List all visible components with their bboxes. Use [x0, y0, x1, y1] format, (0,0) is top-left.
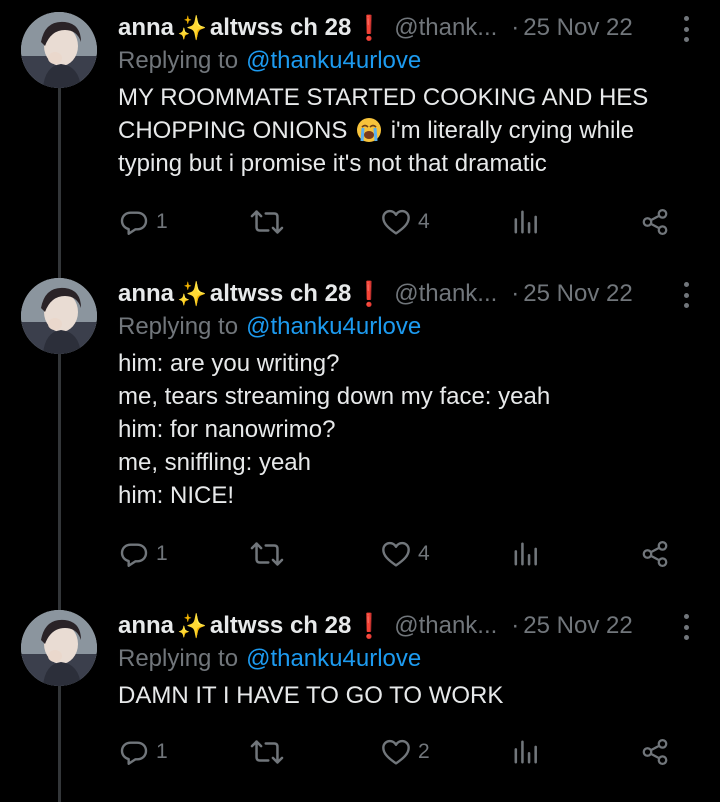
avatar[interactable]: [21, 610, 97, 686]
share-button[interactable]: [640, 204, 670, 240]
display-name[interactable]: anna: [118, 280, 174, 308]
tweet[interactable]: anna ✨ altwss ch 28 ❗ @thank... · 25 Nov…: [0, 610, 720, 790]
display-name[interactable]: anna: [118, 14, 174, 42]
display-name-suffix[interactable]: altwss ch 28: [210, 14, 351, 42]
tweet[interactable]: anna ✨ altwss ch 28 ❗ @thank... · 25 Nov…: [0, 278, 720, 592]
user-handle[interactable]: @thank...: [394, 280, 497, 308]
reply-button[interactable]: 1: [118, 536, 168, 572]
tweet-date[interactable]: 25 Nov 22: [523, 612, 632, 640]
mention-link[interactable]: @thanku4urlove: [246, 645, 421, 673]
tweet-text: MY ROOMMATE STARTED COOKING AND HES CHOP…: [118, 81, 678, 180]
heart-icon: [382, 541, 410, 567]
replying-label: Replying to: [118, 313, 239, 340]
replying-to: Replying to @thanku4urlove: [118, 310, 720, 344]
retweet-button[interactable]: [250, 734, 290, 770]
replying-to: Replying to @thanku4urlove: [118, 44, 720, 78]
more-options-icon[interactable]: [682, 614, 690, 640]
like-count: 4: [418, 210, 430, 233]
retweet-icon: [250, 542, 284, 566]
views-icon: [514, 542, 537, 566]
reply-icon: [120, 741, 148, 765]
display-name-suffix[interactable]: altwss ch 28: [210, 612, 351, 640]
views-icon: [514, 210, 537, 234]
heart-icon: [382, 209, 410, 235]
tweet-actions: 1 4: [118, 204, 678, 240]
replying-label: Replying to: [118, 47, 239, 74]
like-button[interactable]: 4: [380, 204, 430, 240]
tweet-thread: anna ✨ altwss ch 28 ❗ @thank... · 25 Nov…: [0, 0, 720, 802]
display-name[interactable]: anna: [118, 612, 174, 640]
tweet-text: him: are you writing? me, tears streamin…: [118, 350, 551, 509]
loudly-crying-face-icon: [356, 117, 382, 143]
exclamation-icon: ❗: [354, 612, 385, 640]
reply-count: 1: [156, 542, 168, 565]
views-icon: [514, 740, 537, 764]
tweet-actions: 1 4: [118, 536, 678, 572]
user-handle[interactable]: @thank...: [394, 612, 497, 640]
retweet-icon: [250, 740, 284, 764]
share-icon: [642, 739, 668, 765]
avatar[interactable]: [21, 12, 97, 88]
views-button[interactable]: [512, 204, 540, 240]
reply-count: 1: [156, 740, 168, 763]
like-button[interactable]: 4: [380, 536, 430, 572]
exclamation-icon: ❗: [354, 280, 385, 308]
mention-link[interactable]: @thanku4urlove: [246, 313, 421, 341]
separator: ·: [511, 280, 520, 307]
share-button[interactable]: [640, 536, 670, 572]
replying-to: Replying to @thanku4urlove: [118, 642, 720, 676]
share-icon: [642, 209, 668, 235]
avatar[interactable]: [21, 278, 97, 354]
like-count: 2: [418, 740, 430, 763]
tweet-actions: 1 2: [118, 734, 678, 770]
display-name-suffix[interactable]: altwss ch 28: [210, 280, 351, 308]
replying-label: Replying to: [118, 645, 239, 672]
retweet-icon: [250, 210, 284, 234]
more-options-icon[interactable]: [682, 16, 690, 42]
share-icon: [642, 541, 668, 567]
like-button[interactable]: 2: [380, 734, 430, 770]
tweet-date[interactable]: 25 Nov 22: [523, 14, 632, 42]
tweet[interactable]: anna ✨ altwss ch 28 ❗ @thank... · 25 Nov…: [0, 12, 720, 262]
sparkles-icon: ✨: [177, 280, 207, 308]
views-button[interactable]: [512, 734, 540, 770]
share-button[interactable]: [640, 734, 670, 770]
reply-button[interactable]: 1: [118, 734, 168, 770]
more-options-icon[interactable]: [682, 282, 690, 308]
tweet-header: anna ✨ altwss ch 28 ❗ @thank... · 25 Nov…: [118, 278, 720, 310]
reply-icon: [120, 543, 148, 567]
reply-count: 1: [156, 210, 168, 233]
retweet-button[interactable]: [250, 204, 290, 240]
heart-icon: [382, 739, 410, 765]
tweet-header: anna ✨ altwss ch 28 ❗ @thank... · 25 Nov…: [118, 12, 720, 44]
sparkles-icon: ✨: [177, 14, 207, 42]
user-handle[interactable]: @thank...: [394, 14, 497, 42]
reply-button[interactable]: 1: [118, 204, 168, 240]
like-count: 4: [418, 542, 430, 565]
retweet-button[interactable]: [250, 536, 290, 572]
tweet-header: anna ✨ altwss ch 28 ❗ @thank... · 25 Nov…: [118, 610, 720, 642]
views-button[interactable]: [512, 536, 540, 572]
separator: ·: [511, 612, 520, 639]
reply-icon: [120, 211, 148, 235]
separator: ·: [511, 14, 520, 41]
exclamation-icon: ❗: [354, 14, 385, 42]
mention-link[interactable]: @thanku4urlove: [246, 47, 421, 75]
tweet-text: DAMN IT I HAVE TO GO TO WORK: [118, 682, 504, 709]
sparkles-icon: ✨: [177, 612, 207, 640]
tweet-date[interactable]: 25 Nov 22: [523, 280, 632, 308]
